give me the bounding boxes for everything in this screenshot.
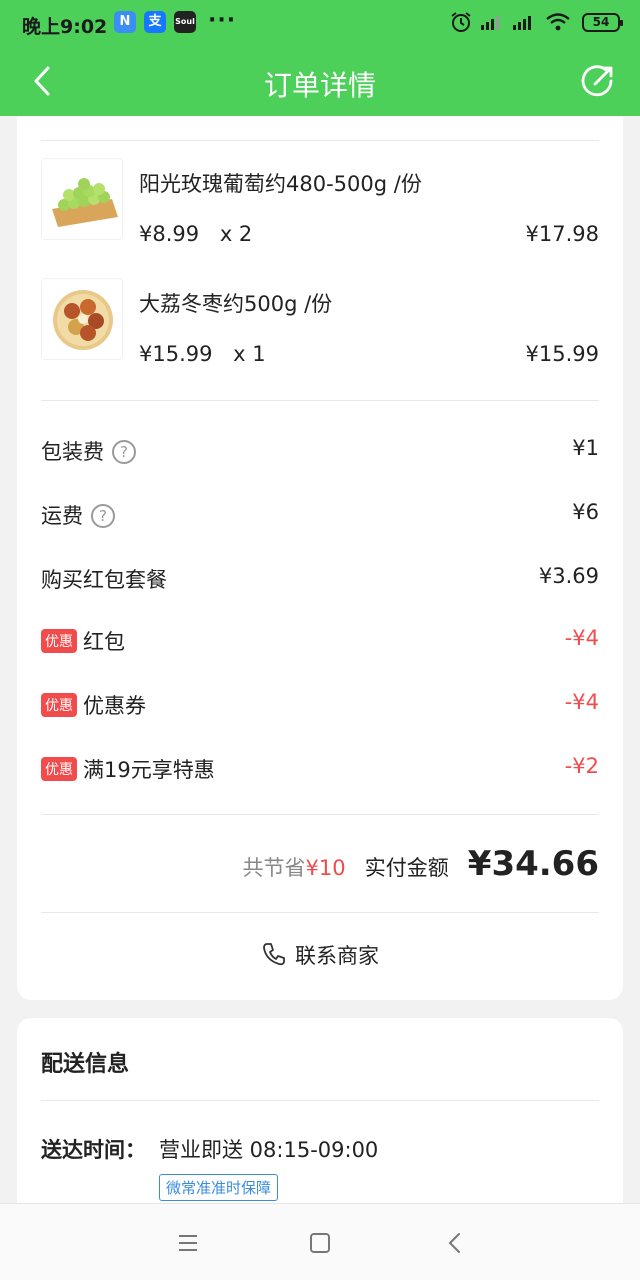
- discount-value: -¥4: [564, 626, 599, 650]
- packaging-fee-text: 包装费: [41, 440, 104, 464]
- unit-price: ¥15.99: [139, 342, 213, 366]
- jujube-image: [42, 279, 122, 359]
- discount-coupon: 优惠 优惠券: [41, 690, 146, 720]
- discount-label: 优惠券: [83, 694, 146, 718]
- discount-special-offer: 优惠 满19元享特惠: [41, 754, 215, 784]
- signal-icon-1: [481, 16, 499, 30]
- discount-red-packet: 优惠 红包: [41, 626, 125, 656]
- paid-amount: ¥34.66: [467, 844, 599, 884]
- n-app-icon: N: [114, 11, 136, 33]
- divider: [41, 400, 599, 401]
- delivery-info-card: 配送信息 送达时间： 营业即送 08:15-09:00 微常准准时保障: [17, 1018, 623, 1218]
- product-total: ¥15.99: [525, 342, 599, 366]
- packaging-fee-value: ¥1: [572, 436, 599, 460]
- packaging-fee-label: 包装费?: [41, 436, 136, 466]
- discount-badge: 优惠: [41, 629, 77, 653]
- delivery-time-value: 营业即送 08:15-09:00: [159, 1138, 379, 1162]
- help-icon[interactable]: ?: [112, 440, 136, 464]
- header-bar: 订单详情: [0, 46, 640, 116]
- section-title: 配送信息: [41, 1052, 130, 1077]
- divider: [41, 140, 599, 141]
- discount-value: -¥4: [564, 690, 599, 714]
- soul-app-icon: Soul: [174, 11, 196, 33]
- product-image-jujube[interactable]: [41, 278, 123, 360]
- product-name: 阳光玫瑰葡萄约480-500g /份: [139, 172, 422, 196]
- delivery-time-label: 送达时间：: [41, 1138, 146, 1162]
- battery-indicator: 54: [582, 13, 623, 32]
- status-bar: 晚上9:02 N 支 Soul ··· 54: [0, 0, 640, 46]
- help-icon[interactable]: ?: [91, 504, 115, 528]
- contact-merchant-button[interactable]: 联系商家: [17, 940, 623, 970]
- saved-label: 共节省: [242, 856, 306, 880]
- delivery-fee-text: 运费: [41, 504, 83, 528]
- product-name: 大荔冬枣约500g /份: [139, 292, 333, 316]
- system-nav-bar: [0, 1203, 640, 1280]
- divider: [41, 912, 599, 913]
- red-packet-bundle-value: ¥3.69: [538, 564, 599, 588]
- back-nav-icon[interactable]: [440, 1228, 470, 1258]
- quantity: x 1: [233, 342, 266, 366]
- alipay-icon: 支: [144, 11, 166, 33]
- alarm-icon: [451, 12, 471, 32]
- product-total: ¥17.98: [525, 222, 599, 246]
- home-icon[interactable]: [305, 1228, 335, 1258]
- share-icon[interactable]: [580, 63, 616, 99]
- total-summary: 共节省¥10 实付金额 ¥34.66: [243, 844, 599, 884]
- more-notifications-icon: ···: [208, 8, 237, 33]
- contact-merchant-label: 联系商家: [295, 944, 379, 968]
- signal-icon-2: [513, 16, 531, 30]
- product-price: ¥15.99 x 1: [139, 342, 266, 366]
- discount-badge: 优惠: [41, 757, 77, 781]
- grape-image: [42, 159, 122, 239]
- order-card: 阳光玫瑰葡萄约480-500g /份 ¥8.99 x 2 ¥17.98 大荔冬枣…: [17, 116, 623, 1000]
- divider: [41, 814, 599, 815]
- discount-label: 红包: [83, 630, 125, 654]
- wifi-icon: [546, 13, 570, 31]
- phone-icon: [263, 943, 285, 966]
- product-price: ¥8.99 x 2: [139, 222, 252, 246]
- discount-label: 满19元享特惠: [83, 758, 215, 782]
- unit-price: ¥8.99: [139, 222, 200, 246]
- product-image-grape[interactable]: [41, 158, 123, 240]
- paid-label: 实付金额: [364, 856, 449, 880]
- red-packet-bundle-label: 购买红包套餐: [41, 568, 167, 592]
- quantity: x 2: [219, 222, 253, 246]
- page-title: 订单详情: [263, 69, 376, 102]
- divider: [41, 1100, 599, 1101]
- delivery-fee-label: 运费?: [41, 500, 115, 530]
- status-time: 晚上9:02: [22, 16, 108, 38]
- delivery-fee-value: ¥6: [572, 500, 599, 524]
- discount-badge: 优惠: [41, 693, 77, 717]
- discount-value: -¥2: [564, 754, 599, 778]
- on-time-guarantee-tag[interactable]: 微常准准时保障: [159, 1174, 279, 1201]
- menu-icon[interactable]: [173, 1228, 203, 1258]
- saved-amount: ¥10: [305, 856, 346, 880]
